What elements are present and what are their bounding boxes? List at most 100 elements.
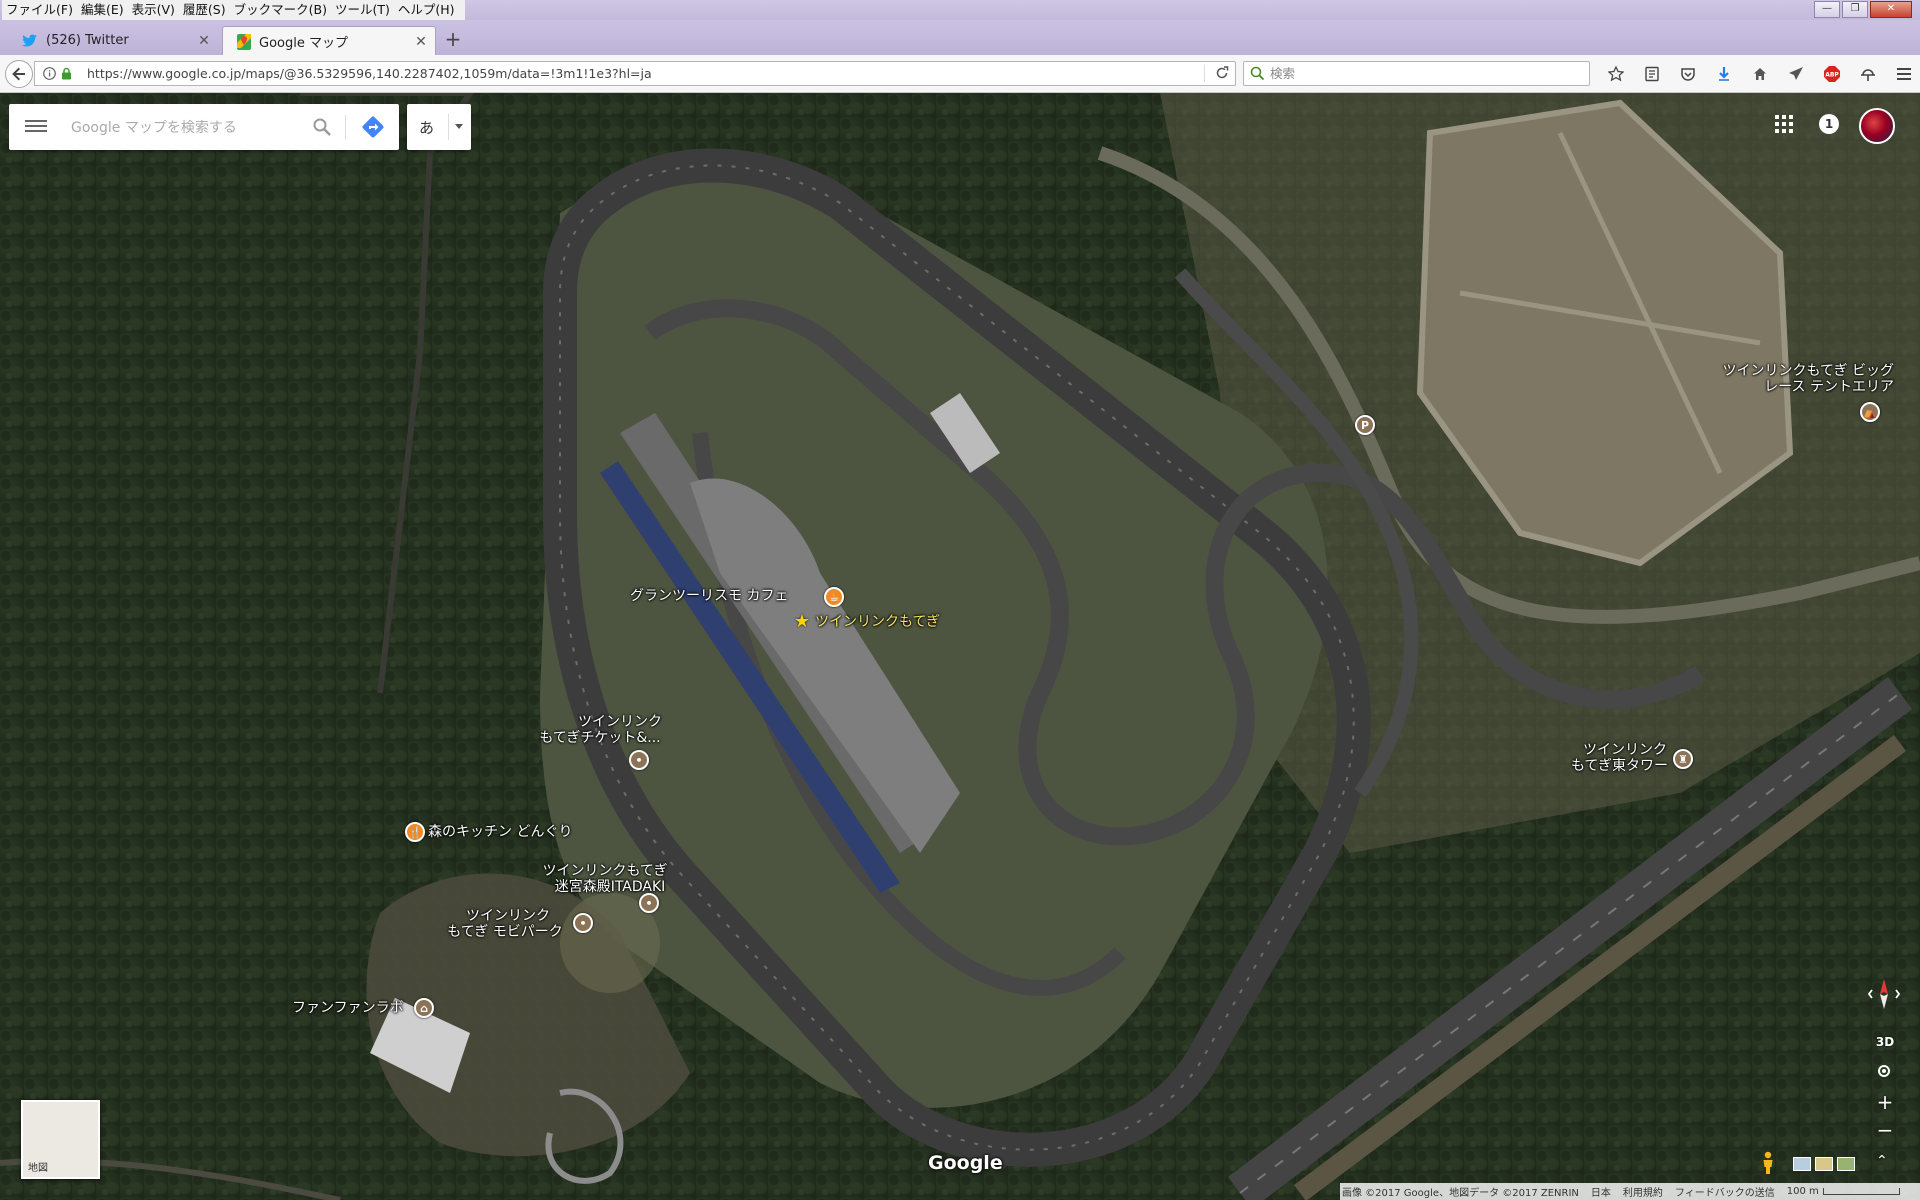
place-label-funfan[interactable]: ファンファンラボ <box>292 1000 404 1016</box>
tower-icon[interactable]: ♜ <box>1673 749 1693 769</box>
toolbar-icons: ABP <box>1598 63 1920 85</box>
restaurant-icon[interactable]: 🍴 <box>405 822 425 842</box>
chevron-down-icon[interactable] <box>455 124 463 129</box>
zoom-in-button[interactable]: + <box>1871 1089 1899 1115</box>
menu-tools[interactable]: ツール(T) <box>331 0 394 20</box>
cafe-icon[interactable]: ☕ <box>824 587 844 607</box>
imagery-thumb-icon[interactable] <box>1793 1157 1811 1171</box>
place-label-ticket-line1[interactable]: ツインリンク <box>540 714 700 730</box>
map-type-toggle[interactable]: 地図 <box>21 1100 100 1179</box>
landmark-pin-icon[interactable]: • <box>629 750 649 770</box>
tab-title: (526) Twitter <box>46 33 129 48</box>
imagery-thumb-icon[interactable] <box>1815 1157 1833 1171</box>
country-label: 日本 <box>1590 1188 1611 1199</box>
star-icon[interactable]: ★ <box>792 611 812 632</box>
landmark-pin-icon[interactable]: • <box>639 893 659 913</box>
imagery-attribution: 画像 ©2017 Google、地図データ ©2017 ZENRIN <box>1342 1188 1579 1199</box>
window-controls: — ❐ ✕ <box>1814 1 1912 18</box>
reading-list-icon[interactable] <box>1634 63 1670 85</box>
museum-icon[interactable]: ⌂ <box>414 998 434 1018</box>
pocket-icon[interactable] <box>1670 63 1706 85</box>
bookmark-star-icon[interactable] <box>1598 63 1634 85</box>
svg-text:ABP: ABP <box>1825 72 1839 79</box>
maps-search-box <box>9 104 399 150</box>
imagery-thumbnails[interactable] <box>1793 1157 1855 1171</box>
campsite-icon[interactable]: ⛺ <box>1860 402 1880 422</box>
scale-label: 100 m <box>1786 1186 1819 1197</box>
home-icon[interactable] <box>1742 63 1778 85</box>
imagery-thumb-icon[interactable] <box>1837 1157 1855 1171</box>
place-label-kitchen[interactable]: 森のキッチン どんぐり <box>428 824 572 840</box>
place-label-easttower-line2[interactable]: もてぎ東タワー <box>1560 758 1668 774</box>
tab-close-icon[interactable]: ✕ <box>196 33 212 49</box>
menu-bookmarks[interactable]: ブックマーク(B) <box>230 0 331 20</box>
twitter-bird-icon <box>22 34 38 48</box>
landmark-pin-icon[interactable]: • <box>573 913 593 933</box>
search-placeholder: 検索 <box>1270 66 1296 81</box>
menu-icon[interactable] <box>1886 63 1920 85</box>
apps-grid-icon[interactable] <box>1775 115 1793 133</box>
menu-file[interactable]: ファイル(F) <box>2 0 77 20</box>
tab-twitter[interactable]: (526) Twitter ✕ <box>8 26 218 55</box>
download-icon[interactable] <box>1706 63 1742 85</box>
navigation-bar: https://www.google.co.jp/maps/@36.532959… <box>0 55 1920 93</box>
avatar[interactable] <box>1859 108 1895 144</box>
scale-control[interactable]: 100 m <box>1787 1186 1900 1197</box>
menu-icon[interactable] <box>25 117 47 137</box>
extension-icon[interactable] <box>1850 63 1886 85</box>
compass-icon[interactable] <box>1866 976 1902 1012</box>
feedback-link[interactable]: フィードバックの送信 <box>1675 1184 1775 1199</box>
browser-search-bar[interactable]: 検索 <box>1243 61 1590 86</box>
tab-close-icon[interactable]: ✕ <box>413 34 429 50</box>
maps-search-input[interactable] <box>69 116 303 140</box>
place-label-bigrace-line1[interactable]: ツインリンクもてぎ ビッグ <box>1640 363 1894 379</box>
satellite-imagery <box>0 93 1920 1200</box>
reload-icon[interactable] <box>1215 66 1229 84</box>
place-label-bigrace-line2[interactable]: レース テントエリア <box>1640 379 1894 395</box>
search-icon[interactable] <box>313 118 331 140</box>
place-label-tadaki-line1[interactable]: ツインリンクもてぎ <box>530 863 680 879</box>
maximize-button[interactable]: ❐ <box>1842 1 1868 18</box>
close-window-button[interactable]: ✕ <box>1870 1 1912 18</box>
adblock-icon[interactable]: ABP <box>1814 63 1850 85</box>
satellite-map[interactable]: あ 1 グランツーリスモ カフェ ☕ ★ ツインリンクもてぎ ツインリンク もて… <box>0 93 1920 1200</box>
place-label-easttower-line1[interactable]: ツインリンク <box>1560 742 1690 758</box>
tilt-3d-button[interactable]: 3D <box>1871 1031 1899 1053</box>
send-icon[interactable] <box>1778 63 1814 85</box>
menu-view[interactable]: 表示(V) <box>128 0 179 20</box>
info-icon[interactable] <box>43 67 56 84</box>
back-button[interactable] <box>5 60 33 88</box>
url-bar[interactable]: https://www.google.co.jp/maps/@36.532959… <box>34 61 1236 86</box>
menu-bar: ファイル(F) 編集(E) 表示(V) 履歴(S) ブックマーク(B) ツール(… <box>0 0 1920 20</box>
tab-google-maps[interactable]: Google マップ ✕ <box>222 26 436 56</box>
place-label-mobipark-line2[interactable]: もてぎ モビパーク <box>440 924 570 940</box>
map-type-label: 地図 <box>28 1163 48 1174</box>
zoom-out-button[interactable]: − <box>1871 1117 1899 1143</box>
url-text[interactable]: https://www.google.co.jp/maps/@36.532959… <box>87 62 652 85</box>
directions-icon[interactable] <box>361 115 385 143</box>
search-divider <box>345 115 346 139</box>
place-label-ticket-line2[interactable]: もてぎチケット&... <box>520 730 680 746</box>
menu-edit[interactable]: 編集(E) <box>77 0 128 20</box>
google-maps-icon <box>237 33 251 50</box>
new-tab-button[interactable]: + <box>440 28 466 52</box>
place-label-mobipark-line1[interactable]: ツインリンク <box>448 908 568 924</box>
place-label-cafe[interactable]: グランツーリスモ カフェ <box>630 588 788 604</box>
minimize-button[interactable]: — <box>1814 1 1840 18</box>
scale-bar <box>1822 1188 1900 1195</box>
place-label-main[interactable]: ツインリンクもてぎ <box>815 614 940 630</box>
ime-divider <box>448 114 449 140</box>
place-label-tadaki-line2[interactable]: 迷宮森殿ITADAKI <box>535 879 685 895</box>
input-tools-box[interactable]: あ <box>407 104 471 150</box>
pegman-icon[interactable] <box>1761 1151 1775 1179</box>
notification-badge[interactable]: 1 <box>1819 114 1839 134</box>
parking-icon[interactable]: P <box>1355 415 1375 435</box>
my-location-icon[interactable] <box>1878 1065 1890 1077</box>
search-engine-icon[interactable] <box>1250 66 1265 84</box>
collapse-chevron-icon[interactable]: ⌃ <box>1876 1153 1888 1169</box>
terms-link[interactable]: 利用規約 <box>1623 1184 1663 1199</box>
tab-bar: (526) Twitter ✕ Google マップ ✕ + <box>0 20 1920 56</box>
menu-history[interactable]: 履歴(S) <box>179 0 230 20</box>
ime-mode-label[interactable]: あ <box>419 117 434 138</box>
menu-help[interactable]: ヘルプ(H) <box>394 0 459 20</box>
